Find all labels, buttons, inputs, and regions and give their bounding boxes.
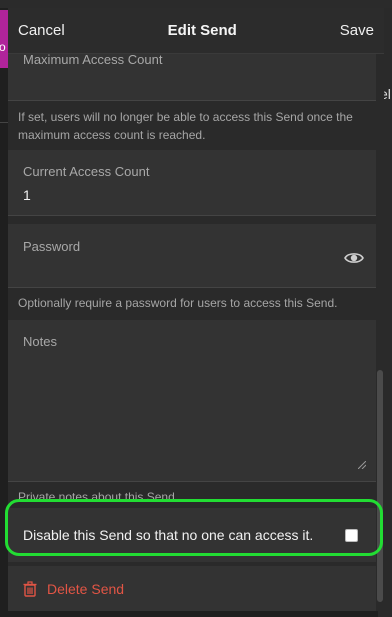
notes-field[interactable]: Notes	[8, 320, 376, 482]
edit-send-popup: Cancel Edit Send Save Maximum Access Cou…	[8, 8, 384, 611]
popup-header: Cancel Edit Send Save	[8, 8, 384, 54]
disable-send-row[interactable]: Disable this Send so that no one can acc…	[8, 508, 376, 562]
max-access-count-field[interactable]: Maximum Access Count	[8, 54, 376, 101]
disable-send-label: Disable this Send so that no one can acc…	[23, 527, 314, 543]
browser-chrome-strip	[0, 0, 392, 8]
password-label: Password	[23, 239, 81, 254]
password-field[interactable]: Password	[8, 224, 376, 288]
trash-icon	[23, 580, 37, 597]
send-form: Maximum Access Count If set, users will …	[8, 54, 376, 611]
background-tab-text: o	[0, 40, 6, 54]
delete-send-button[interactable]: Delete Send	[8, 566, 376, 611]
notes-label: Notes	[23, 334, 57, 349]
resize-handle-icon[interactable]	[358, 461, 366, 469]
notes-help: Private notes about this Send.	[18, 490, 179, 504]
page-title: Edit Send	[167, 22, 237, 39]
current-access-count-field: Current Access Count 1	[8, 150, 376, 216]
save-button[interactable]: Save	[340, 22, 374, 39]
cancel-button[interactable]: Cancel	[18, 22, 65, 39]
delete-send-label: Delete Send	[47, 580, 125, 597]
current-access-count-value: 1	[23, 187, 31, 203]
max-access-count-help: If set, users will no longer be able to …	[18, 110, 353, 142]
background-divider	[0, 122, 8, 123]
scrollbar-thumb[interactable]	[377, 370, 383, 602]
disable-send-checkbox[interactable]	[345, 529, 358, 542]
background-tab-accent: o	[0, 10, 8, 68]
scrollbar[interactable]	[376, 54, 384, 611]
current-access-count-label: Current Access Count	[23, 164, 150, 179]
show-password-eye-icon[interactable]	[344, 251, 364, 265]
max-access-count-label: Maximum Access Count	[23, 54, 163, 67]
password-help: Optionally require a password for users …	[18, 296, 338, 310]
